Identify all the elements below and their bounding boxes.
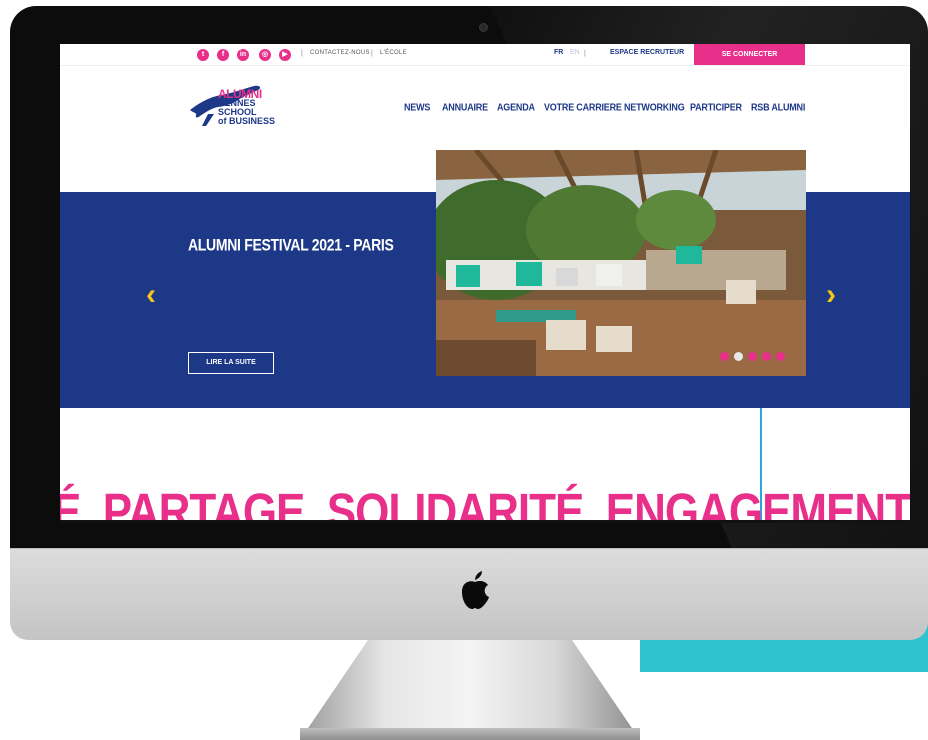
stage: t f in ◎ ▶ | CONTACTEZ-NOUS | L'ÉCOLE FR… — [0, 0, 928, 740]
slide-photo — [436, 150, 806, 376]
facebook-icon[interactable]: f — [217, 49, 229, 61]
read-more-button[interactable]: LIRE LA SUITE — [188, 352, 274, 374]
slider-prev-arrow-icon[interactable]: ‹ — [146, 280, 156, 310]
nav-networking[interactable]: NETWORKING — [624, 101, 685, 113]
lang-en[interactable]: EN — [570, 49, 580, 56]
youtube-icon[interactable]: ▶ — [279, 49, 291, 61]
topbar-separator: | — [301, 50, 303, 57]
nav-participer[interactable]: PARTICIPER — [690, 101, 742, 113]
login-button[interactable]: SE CONNECTER — [694, 44, 805, 65]
nav-news[interactable]: NEWS — [404, 101, 430, 113]
contact-link[interactable]: CONTACTEZ-NOUS — [310, 50, 370, 56]
slider-dot[interactable] — [776, 352, 785, 361]
school-link[interactable]: L'ÉCOLE — [380, 50, 407, 56]
logo-line-3: of BUSINESS — [218, 116, 276, 126]
nav-rsb-alumni[interactable]: RSB ALUMNI — [751, 101, 805, 113]
instagram-icon[interactable]: ◎ — [259, 49, 271, 61]
topbar-separator: | — [584, 50, 586, 57]
monitor-stand-base — [300, 728, 640, 740]
camera-icon — [479, 23, 488, 32]
nav-agenda[interactable]: AGENDA — [497, 101, 535, 113]
values-underline — [60, 520, 910, 523]
logo-text[interactable]: ALUMNI RENNES SCHOOL of BUSINESS — [218, 88, 276, 126]
lang-fr[interactable]: FR — [554, 49, 563, 56]
slide-title: ALUMNI FESTIVAL 2021 - PARIS — [188, 235, 394, 255]
slider-next-arrow-icon[interactable]: › — [826, 280, 836, 310]
monitor-bezel: t f in ◎ ▶ | CONTACTEZ-NOUS | L'ÉCOLE FR… — [10, 6, 928, 561]
website-screen: t f in ◎ ▶ | CONTACTEZ-NOUS | L'ÉCOLE FR… — [60, 44, 910, 523]
nav-votre-carriere[interactable]: VOTRE CARRIERE — [544, 101, 622, 113]
slider-dot[interactable] — [748, 352, 757, 361]
slider-dot[interactable] — [720, 352, 729, 361]
apple-logo-icon — [462, 571, 489, 609]
recruiter-space-link[interactable]: ESPACE RECRUTEUR — [610, 49, 684, 56]
twitter-icon[interactable]: t — [197, 49, 209, 61]
nav-annuaire[interactable]: ANNUAIRE — [442, 101, 488, 113]
top-bar: t f in ◎ ▶ | CONTACTEZ-NOUS | L'ÉCOLE FR… — [60, 44, 910, 66]
slider-dot[interactable] — [762, 352, 771, 361]
topbar-separator: | — [371, 50, 373, 57]
slider-dot-active[interactable] — [734, 352, 743, 361]
monitor-stand — [300, 640, 640, 740]
values-ticker: É. PARTAGE. SOLIDARITÉ. ENGAGEMENT. OUVE… — [60, 484, 910, 523]
linkedin-icon[interactable]: in — [237, 49, 249, 61]
